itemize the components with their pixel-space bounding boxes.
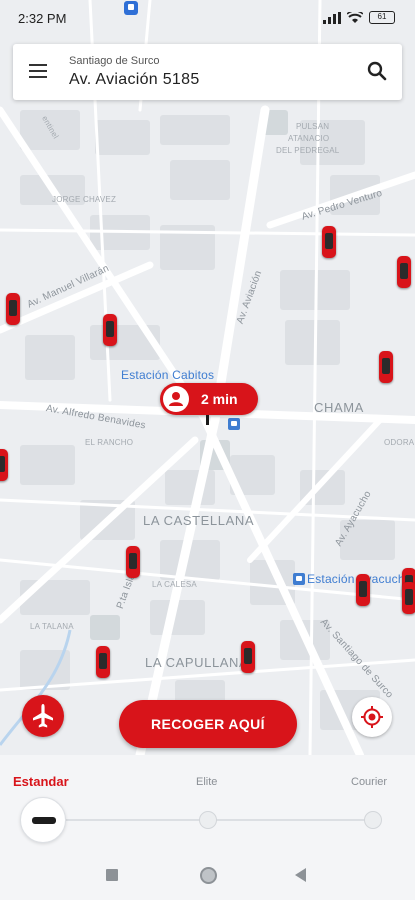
airport-button[interactable]	[22, 695, 64, 737]
district-name: Santiago de Surco	[69, 55, 160, 67]
car-icon	[103, 314, 117, 346]
car-icon	[241, 641, 255, 673]
search-button[interactable]	[364, 58, 390, 84]
service-standard-label[interactable]: Estandar	[13, 774, 69, 789]
my-location-button[interactable]	[352, 697, 392, 737]
car-icon	[6, 293, 20, 325]
search-icon	[367, 61, 387, 81]
user-pin-icon	[163, 386, 189, 412]
service-selector: Estandar Elite Courier	[0, 755, 415, 850]
battery-level: 61	[377, 12, 387, 21]
map-label: EL RANCHO	[85, 438, 134, 447]
map-label: PULSAN	[296, 122, 330, 131]
service-slider-knob[interactable]	[20, 797, 66, 843]
car-icon	[379, 351, 393, 383]
district-label: CHAMA	[314, 400, 364, 415]
home-button[interactable]	[200, 867, 217, 884]
car-side-icon	[32, 817, 56, 824]
airplane-icon	[33, 704, 53, 728]
service-stop-elite[interactable]	[199, 811, 217, 829]
transit-station-icon[interactable]	[228, 418, 240, 430]
pin-stem	[206, 415, 209, 425]
recents-button[interactable]	[106, 869, 118, 881]
map-view[interactable]: entinel JORGE CHAVEZ PULSAN ATANACIO DEL…	[0, 0, 415, 755]
station-label[interactable]: Estación Cabitos	[121, 368, 214, 382]
car-icon	[126, 546, 140, 578]
car-icon	[322, 226, 336, 258]
status-bar: 2:32 PM 61	[0, 0, 415, 36]
pickup-address[interactable]: Av. Aviación 5185	[69, 71, 200, 89]
transit-station-icon[interactable]	[293, 573, 305, 585]
car-icon	[0, 449, 8, 481]
map-label: DEL PEDREGAL	[276, 146, 340, 155]
signal-icon	[323, 11, 341, 24]
menu-button[interactable]	[27, 60, 53, 84]
pickup-here-button[interactable]: RECOGER AQUÍ	[119, 700, 297, 748]
address-search-card[interactable]: Santiago de Surco Av. Aviación 5185	[13, 44, 402, 100]
car-icon	[397, 256, 411, 288]
map-label: JORGE CHAVEZ	[52, 195, 117, 204]
map-label: ATANACIO	[288, 134, 330, 143]
map-label: ODORA	[384, 438, 415, 447]
map-label: LA TALANA	[30, 622, 74, 631]
service-elite-label[interactable]: Elite	[196, 776, 217, 788]
transit-notification-icon	[124, 1, 138, 15]
status-time: 2:32 PM	[18, 11, 67, 26]
service-stop-courier[interactable]	[364, 811, 382, 829]
battery-icon: 61	[369, 11, 395, 24]
district-label: LA CASTELLANA	[143, 513, 255, 528]
map-label: LA CALESA	[152, 580, 197, 589]
crosshair-location-icon	[361, 706, 383, 728]
eta-pin[interactable]: 2 min	[160, 383, 258, 415]
eta-text: 2 min	[201, 391, 238, 407]
car-icon	[356, 574, 370, 606]
wifi-icon	[347, 11, 363, 23]
back-button[interactable]	[295, 868, 306, 882]
car-icon	[402, 582, 415, 614]
service-courier-label[interactable]: Courier	[351, 776, 387, 788]
car-icon	[96, 646, 110, 678]
android-nav-bar	[0, 850, 415, 900]
district-label: LA CAPULLANA	[145, 655, 249, 670]
